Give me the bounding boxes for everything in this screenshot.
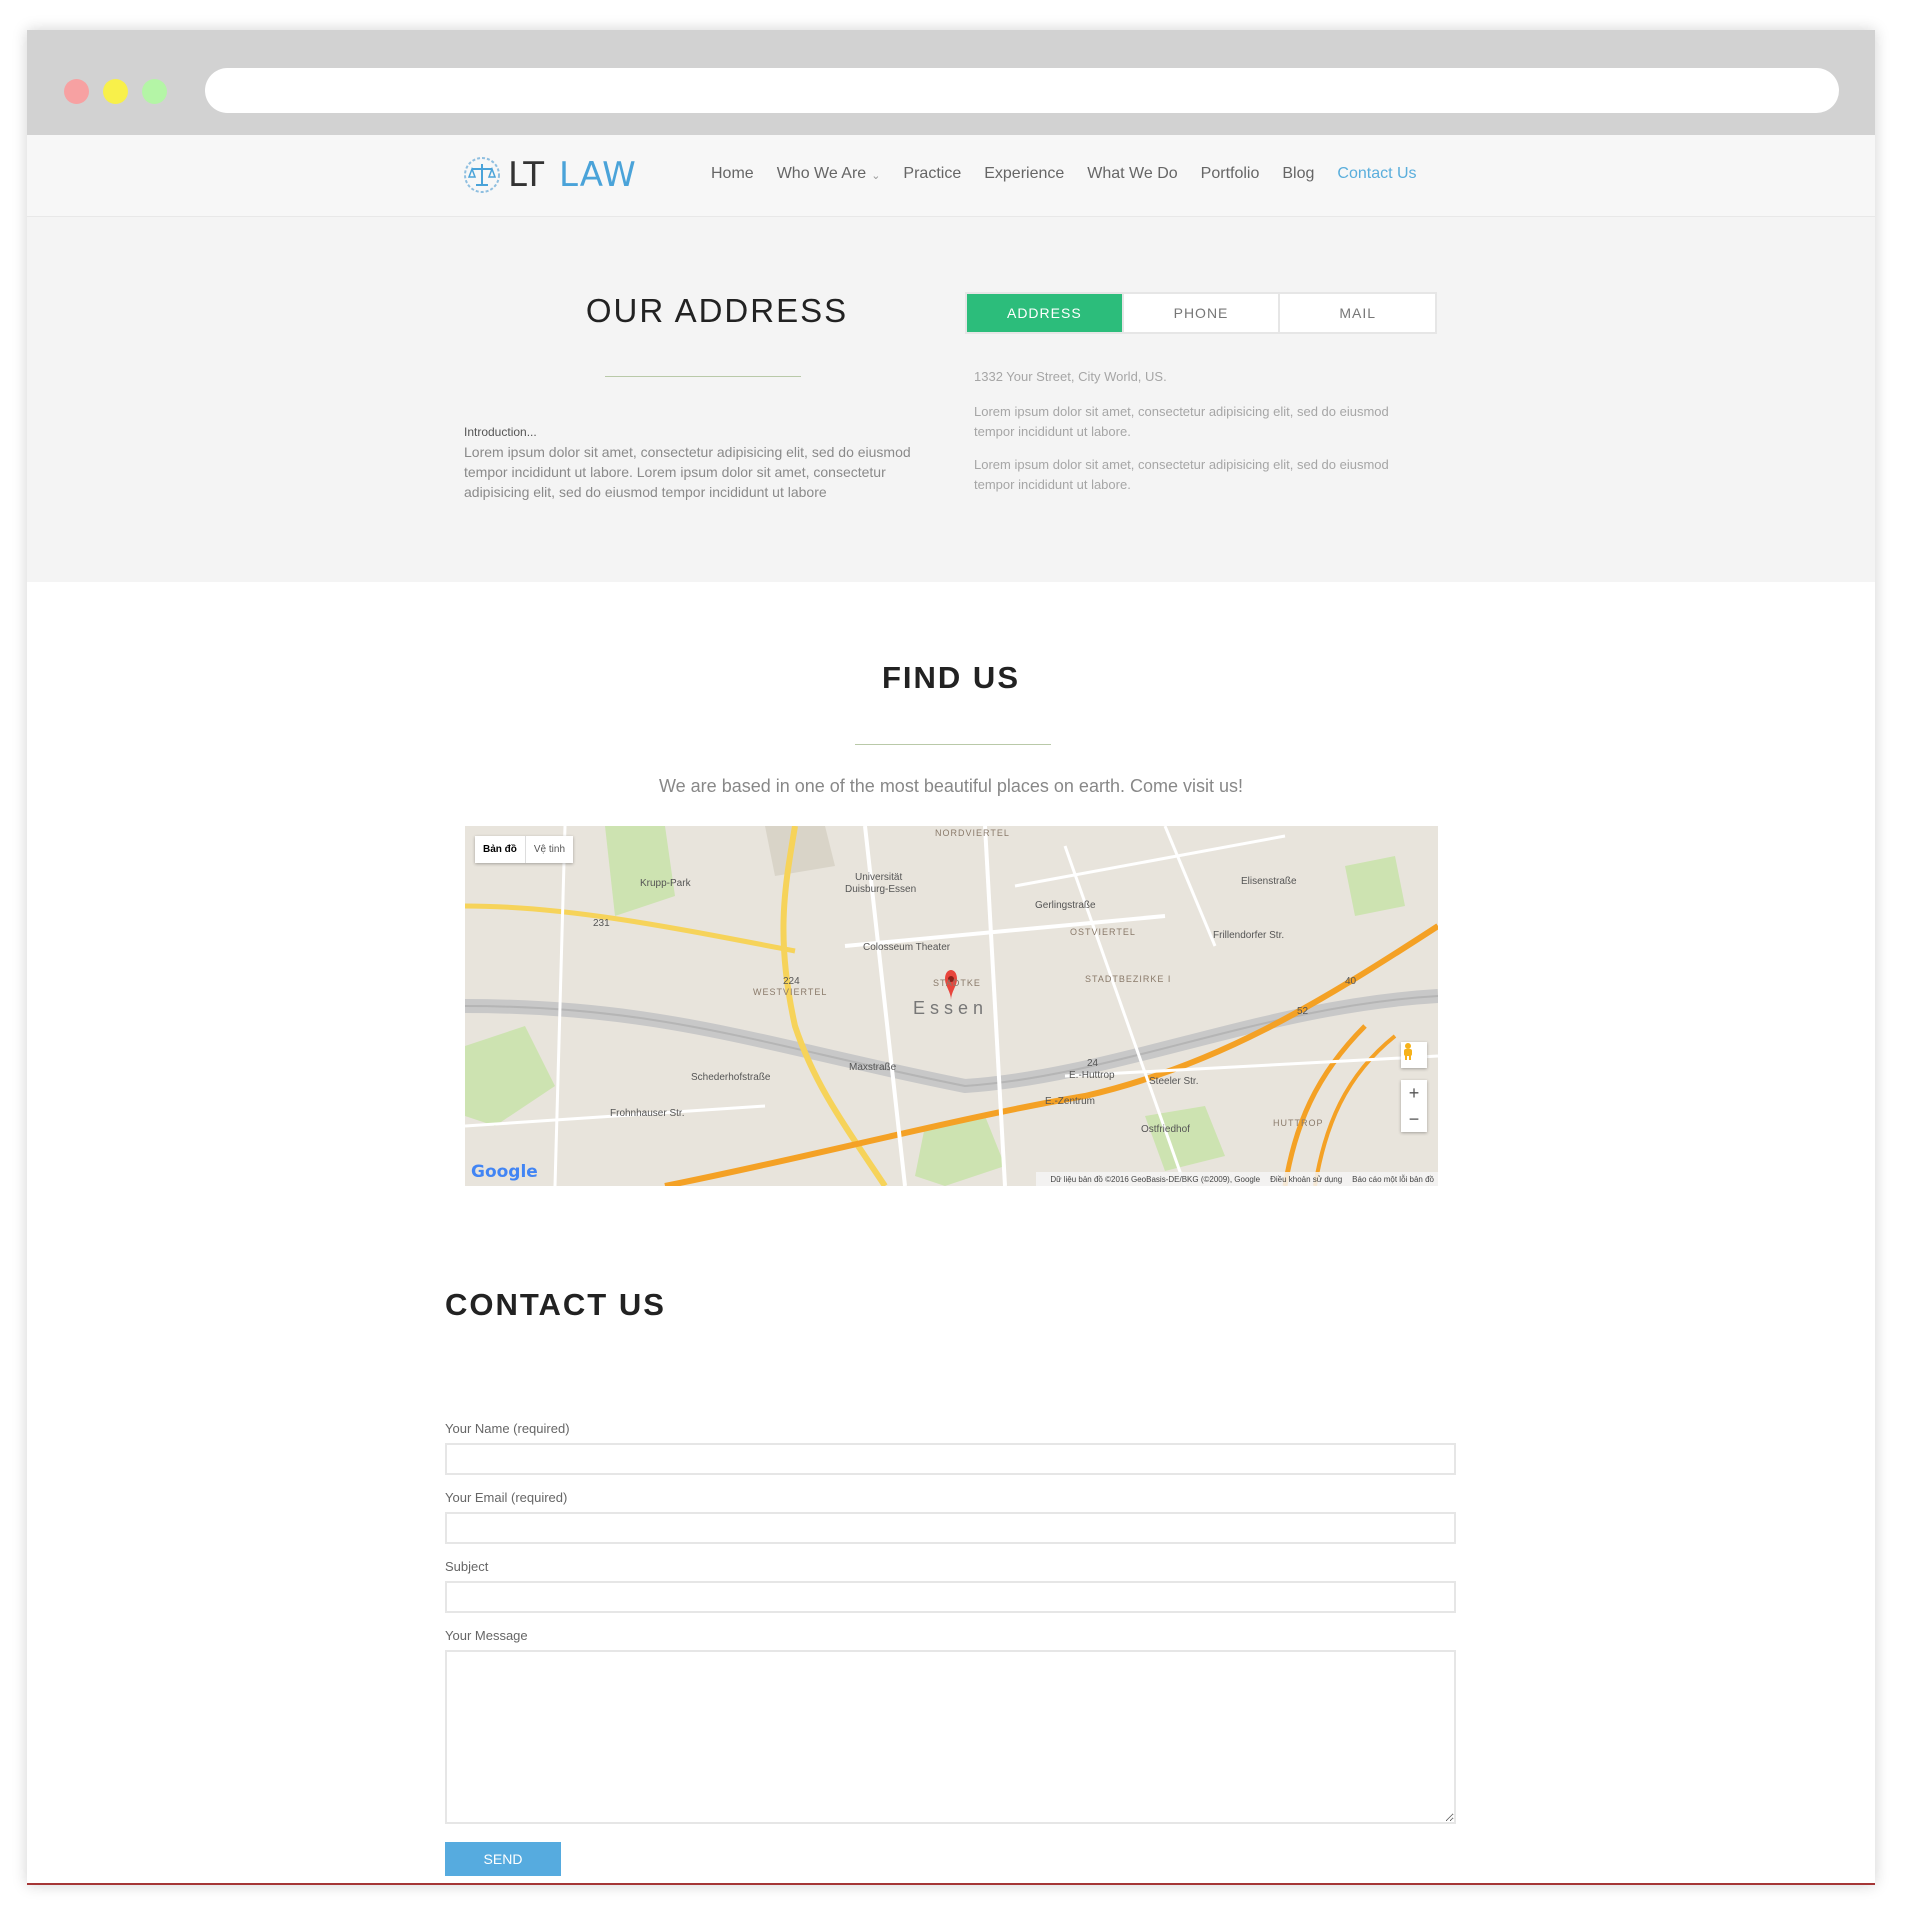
pegman-icon	[1404, 1043, 1412, 1060]
map-label: Frillendorfer Str.	[1213, 930, 1285, 941]
address-paragraph: Lorem ipsum dolor sit amet, consectetur …	[974, 457, 1389, 492]
main-nav: Home Who We Are ⌄ Practice Experience Wh…	[711, 165, 1440, 183]
map-data-credit: Dữ liệu bản đồ ©2016 GeoBasis-DE/BKG (©2…	[1050, 1174, 1261, 1184]
map-label: Maxstraße	[849, 1062, 897, 1073]
report-error-link[interactable]: Báo cáo một lỗi bản đồ	[1352, 1175, 1434, 1184]
site-header: LT LAW Home Who We Are ⌄ Practice Experi…	[27, 135, 1875, 217]
map-city-label: Essen	[913, 998, 989, 1018]
nav-item-practice[interactable]: Practice	[903, 165, 961, 183]
zoom-out-button[interactable]: −	[1401, 1106, 1427, 1132]
browser-window: LT LAW Home Who We Are ⌄ Practice Experi…	[27, 30, 1875, 1885]
chevron-down-icon: ⌄	[871, 169, 881, 182]
google-logo: Google	[471, 1162, 538, 1182]
send-button[interactable]: SEND	[445, 1842, 561, 1876]
contact-heading: CONTACT US	[445, 1287, 666, 1322]
browser-chrome	[27, 30, 1875, 135]
street-address: 1332 Your Street, City World, US.	[974, 369, 1167, 384]
find-us-heading: FIND US	[882, 660, 1020, 695]
contact-info-tabs: ADDRESS PHONE MAIL	[965, 292, 1437, 334]
street-view-pegman-icon[interactable]	[1401, 1042, 1427, 1068]
map-type-satellite-button[interactable]: Vệ tinh	[526, 836, 573, 863]
page: LT LAW Home Who We Are ⌄ Practice Experi…	[0, 0, 1911, 1921]
footer-divider	[27, 1883, 1875, 1885]
address-section: OUR ADDRESS Introduction... Lorem ipsum …	[27, 217, 1875, 582]
address-paragraph: Lorem ipsum dolor sit amet, consectetur …	[974, 404, 1389, 439]
name-field-label: Your Name (required)	[445, 1421, 570, 1436]
map-label: HUTTROP	[1273, 1118, 1324, 1128]
heading-divider	[605, 376, 801, 377]
google-logo-text: Google	[471, 1162, 538, 1182]
route-shield: 231	[593, 918, 610, 929]
nav-item-contact-us[interactable]: Contact Us	[1337, 165, 1416, 183]
minimize-window-button[interactable]	[103, 79, 128, 104]
map-label: STADTKE	[933, 978, 981, 988]
zoom-controls: + −	[1401, 1080, 1427, 1132]
map-attribution: Dữ liệu bản đồ ©2016 GeoBasis-DE/BKG (©2…	[1036, 1172, 1438, 1186]
maximize-window-button[interactable]	[142, 79, 167, 104]
map-label: STADTBEZIRKE I	[1085, 974, 1172, 984]
route-shield: 224	[783, 976, 800, 987]
nav-item-blog[interactable]: Blog	[1282, 165, 1314, 183]
nav-item-home[interactable]: Home	[711, 165, 754, 183]
email-field-label: Your Email (required)	[445, 1490, 568, 1505]
map-label: OSTVIERTEL	[1070, 927, 1136, 937]
nav-item-what-we-do[interactable]: What We Do	[1087, 165, 1177, 183]
address-heading: OUR ADDRESS	[585, 292, 849, 329]
site-logo[interactable]: LT LAW	[462, 155, 637, 195]
map-label: WESTVIERTEL	[753, 987, 828, 997]
nav-item-who-we-are[interactable]: Who We Are ⌄	[777, 165, 881, 183]
address-bar[interactable]	[205, 68, 1839, 113]
map-type-map-button[interactable]: Bản đồ	[475, 836, 526, 863]
map-label: Colosseum Theater	[863, 942, 951, 953]
message-field-label: Your Message	[445, 1628, 528, 1643]
email-field[interactable]	[445, 1512, 1456, 1544]
intro-text: Lorem ipsum dolor sit amet, consectetur …	[464, 444, 911, 500]
map-label: Krupp-Park	[640, 878, 691, 889]
map-label: Duisburg-Essen	[845, 884, 917, 895]
tab-address[interactable]: ADDRESS	[967, 294, 1122, 332]
route-shield: 24	[1087, 1058, 1099, 1069]
message-field[interactable]	[445, 1650, 1456, 1824]
map-label: Universität	[855, 872, 903, 883]
google-map[interactable]: STADTKE Essen Krupp-Park Universität Dui…	[465, 826, 1438, 1186]
subject-field[interactable]	[445, 1581, 1456, 1613]
map-label: Gerlingstraße	[1035, 900, 1096, 911]
map-label: E.-Zentrum	[1045, 1096, 1096, 1107]
map-label: Ostfriedhof	[1141, 1124, 1190, 1135]
heading-divider	[855, 744, 1051, 745]
intro-label: Introduction...	[464, 425, 537, 439]
tab-mail[interactable]: MAIL	[1278, 294, 1435, 332]
map-label: E.-Huttrop	[1069, 1070, 1115, 1081]
map-type-toggle: Bản đồ Vệ tinh	[475, 836, 574, 863]
map-label: Frohnhauser Str.	[610, 1108, 685, 1119]
logo-text-law: LAW	[559, 155, 637, 195]
nav-item-experience[interactable]: Experience	[984, 165, 1064, 183]
terms-link[interactable]: Điều khoản sử dụng	[1270, 1175, 1342, 1184]
scales-of-justice-icon	[464, 157, 500, 193]
map-label: Schederhofstraße	[691, 1072, 771, 1083]
map-label: Steeler Str.	[1149, 1076, 1199, 1087]
close-window-button[interactable]	[64, 79, 89, 104]
tab-phone[interactable]: PHONE	[1121, 294, 1279, 332]
find-us-subtitle: We are based in one of the most beautifu…	[659, 776, 1243, 796]
zoom-in-button[interactable]: +	[1401, 1080, 1427, 1106]
subject-field-label: Subject	[445, 1559, 489, 1574]
route-shield: 40	[1345, 976, 1357, 987]
logo-text-lt: LT	[508, 155, 546, 195]
nav-item-portfolio[interactable]: Portfolio	[1201, 165, 1260, 183]
map-label: NORDVIERTEL	[935, 828, 1010, 838]
route-shield: 52	[1297, 1006, 1309, 1017]
name-field[interactable]	[445, 1443, 1456, 1475]
nav-item-label: Who We Are	[776, 165, 867, 182]
map-label: Elisenstraße	[1241, 876, 1297, 887]
